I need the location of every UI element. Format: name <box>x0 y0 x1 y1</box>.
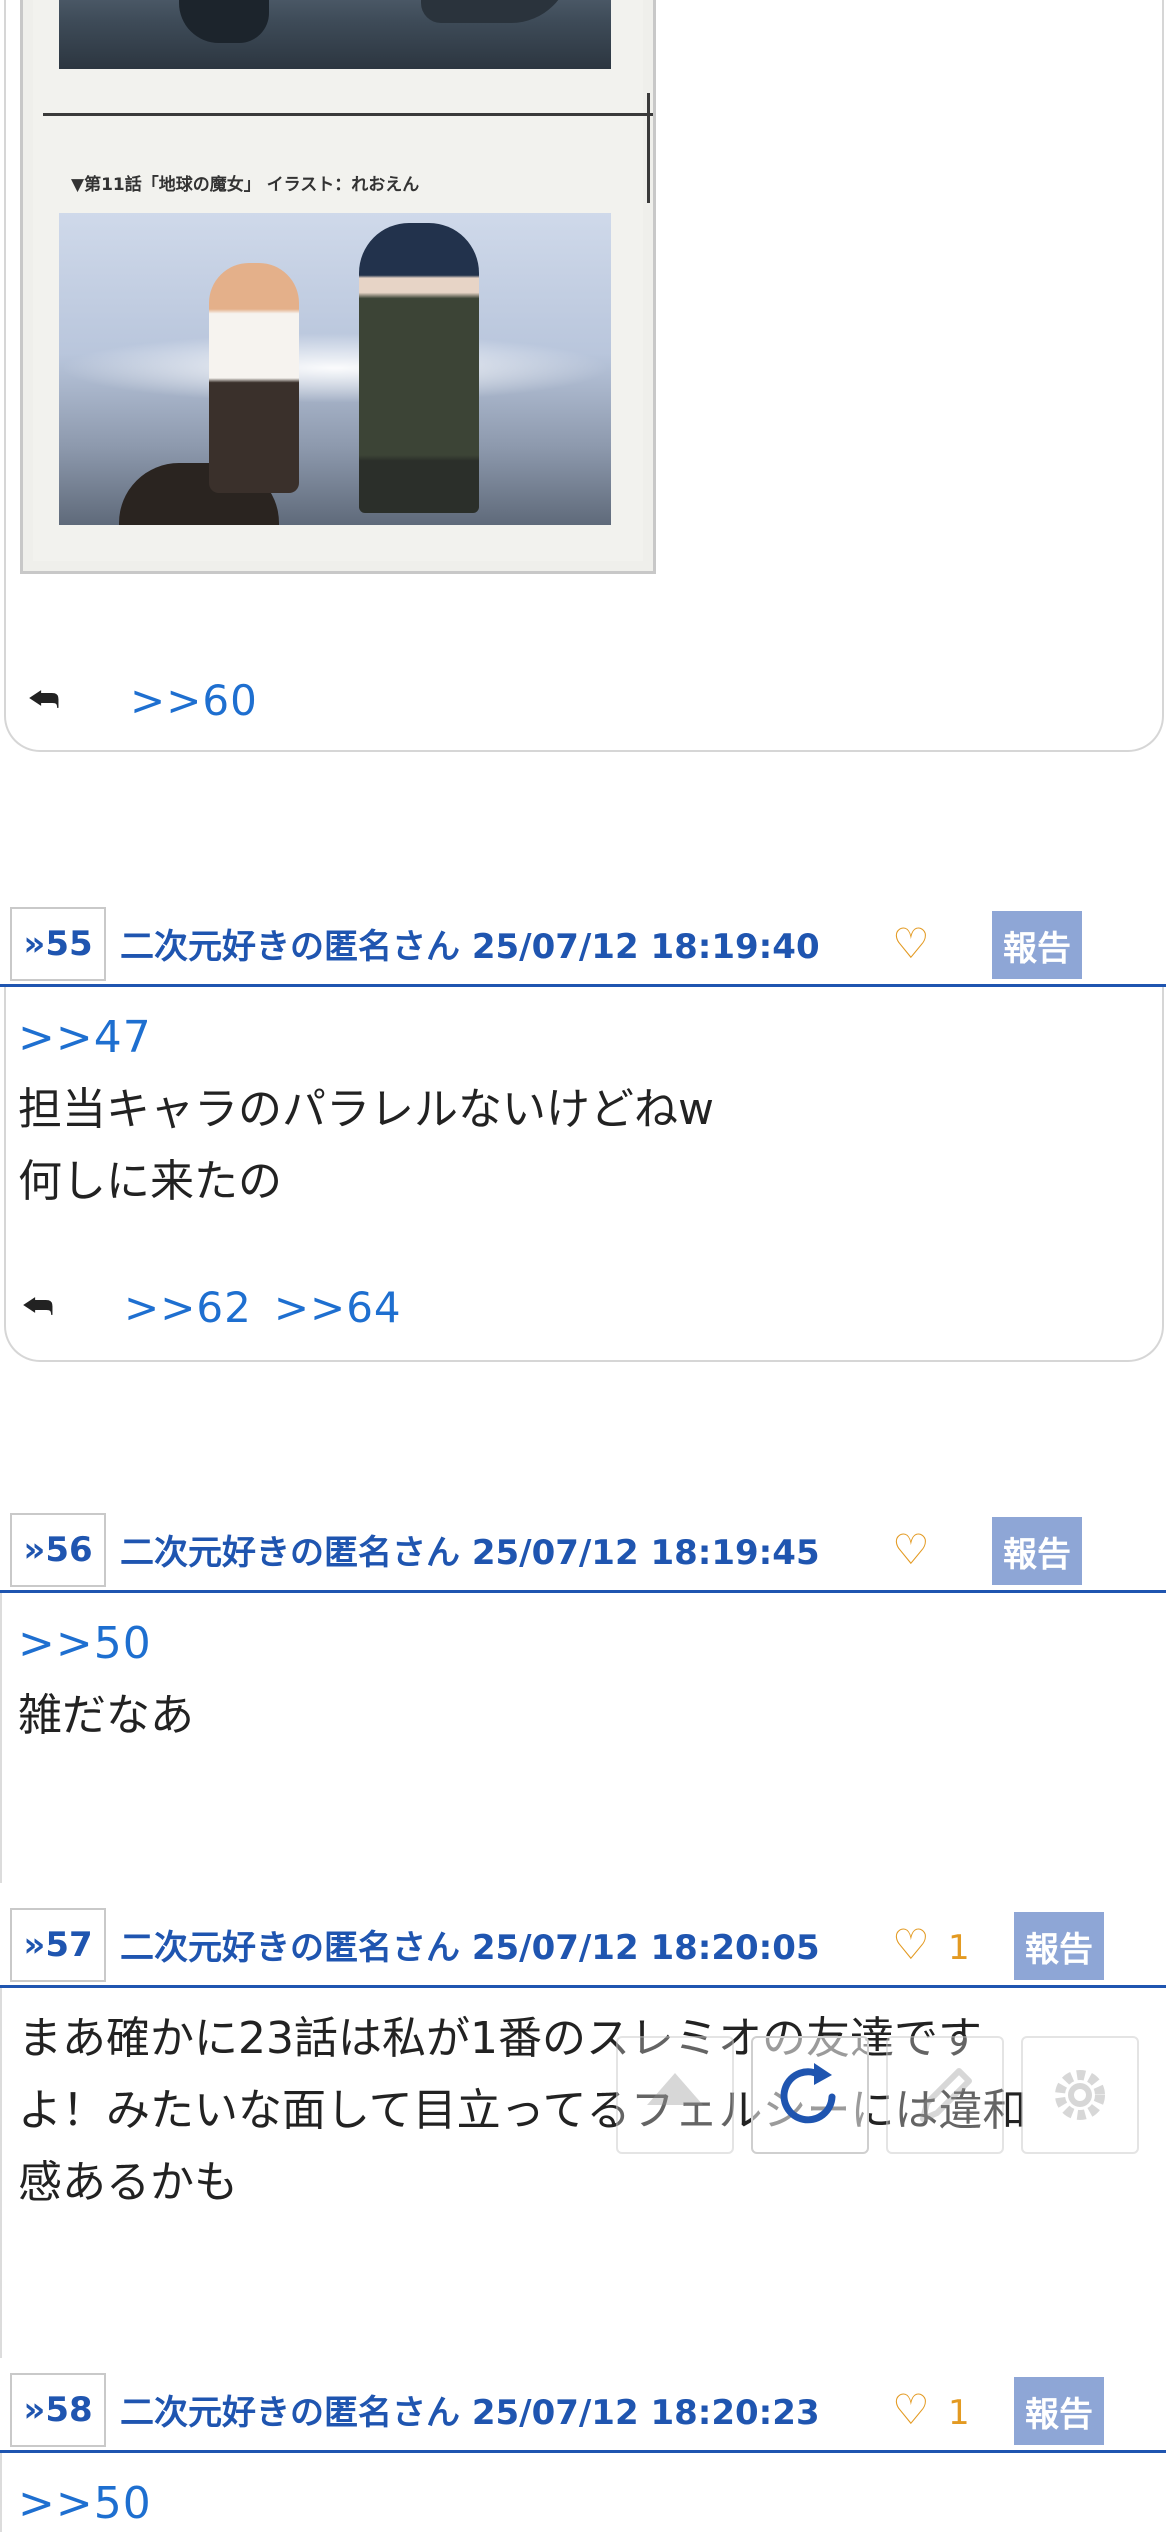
anchor-link[interactable]: >>50 <box>18 2468 152 2540</box>
author-name: 二次元好きの匿名さん <box>120 927 460 967</box>
reply-row: ⮪ >>62 >>64 <box>22 1283 402 1332</box>
report-button[interactable]: 報告 <box>1014 1912 1104 1980</box>
post-line: 担当キャラのパラレルないけどねw <box>18 1084 714 1135</box>
post-header: »55 二次元好きの匿名さん 25/07/12 18:19:40 ♡ 報告 <box>0 897 1170 987</box>
post-left-border <box>0 1988 2 2358</box>
heart-icon[interactable]: ♡ <box>892 923 930 965</box>
post-line: よ！みたいな面して目立ってるフェルシーには違和 <box>18 2085 1027 2136</box>
post-line: 雑だなあ <box>18 1690 194 1741</box>
post-line: 感あるかも <box>18 2157 238 2208</box>
image-caption: ▼第11話「地球の魔女」 イラスト：れおえん <box>71 175 420 195</box>
illustration-figure-right <box>359 223 479 513</box>
post-datetime: 25/07/12 18:20:05 <box>471 1928 820 1968</box>
post-header: »58 二次元好きの匿名さん 25/07/12 18:20:23 ♡ 1 報告 <box>0 2363 1170 2453</box>
reply-link[interactable]: >>60 <box>130 676 258 725</box>
arrow-up-icon <box>647 2073 703 2105</box>
like-count: 1 <box>948 2393 970 2433</box>
author-name: 二次元好きの匿名さん <box>120 1928 460 1968</box>
heart-icon[interactable]: ♡ <box>892 1924 930 1966</box>
post-body: >>50 <box>18 2468 152 2540</box>
reply-icon: ⮪ <box>22 1287 54 1327</box>
illustration-panel-bottom <box>59 213 611 525</box>
scroll-up-button[interactable] <box>616 2036 734 2154</box>
image-canvas: ▼第11話「地球の魔女」 イラスト：れおえん <box>33 0 653 561</box>
report-button[interactable]: 報告 <box>1014 2377 1104 2445</box>
reply-link[interactable]: >>62 <box>124 1283 252 1332</box>
heart-icon[interactable]: ♡ <box>892 1529 930 1571</box>
image-divider-vertical <box>647 93 650 203</box>
report-button[interactable]: 報告 <box>992 1517 1082 1585</box>
reply-link[interactable]: >>64 <box>274 1283 402 1332</box>
author-datetime: 二次元好きの匿名さん 25/07/12 18:19:40 <box>120 919 820 968</box>
post-datetime: 25/07/12 18:20:23 <box>471 2393 820 2433</box>
illustration-panel-top <box>59 0 611 69</box>
report-button[interactable]: 報告 <box>992 911 1082 979</box>
post-header: »56 二次元好きの匿名さん 25/07/12 18:19:45 ♡ 報告 <box>0 1503 1170 1593</box>
header-rule <box>0 1985 1166 1988</box>
reply-icon: ⮪ <box>28 680 60 720</box>
anchor-link[interactable]: >>47 <box>18 1002 714 1074</box>
post-number[interactable]: »58 <box>10 2373 106 2447</box>
light-glow <box>59 333 611 403</box>
post-header: »57 二次元好きの匿名さん 25/07/12 18:20:05 ♡ 1 報告 <box>0 1898 1170 1988</box>
write-button[interactable] <box>886 2036 1004 2154</box>
post-datetime: 25/07/12 18:19:45 <box>471 1533 820 1573</box>
post-left-border <box>0 1593 2 1883</box>
post-datetime: 25/07/12 18:19:40 <box>471 927 820 967</box>
refresh-icon <box>780 2063 836 2124</box>
post-card-54: ▼第11話「地球の魔女」 イラスト：れおえん ⮪ >>60 <box>4 0 1164 752</box>
author-datetime: 二次元好きの匿名さん 25/07/12 18:20:05 <box>120 1920 820 1969</box>
pencil-icon <box>920 2068 972 2122</box>
reply-row: ⮪ >>60 <box>28 676 258 725</box>
post-line: 何しに来たの <box>18 1156 282 1207</box>
post-image[interactable]: ▼第11話「地球の魔女」 イラスト：れおえん <box>20 0 656 574</box>
illustration-figure-left <box>209 263 299 493</box>
header-rule <box>0 2450 1166 2453</box>
post-number[interactable]: »56 <box>10 1513 106 1587</box>
author-datetime: 二次元好きの匿名さん 25/07/12 18:19:45 <box>120 1525 820 1574</box>
post-number[interactable]: »55 <box>10 907 106 981</box>
post-number[interactable]: »57 <box>10 1908 106 1982</box>
post-left-border <box>0 2453 2 2532</box>
post-body: >>47 担当キャラのパラレルないけどねw 何しに来たの <box>18 1002 714 1218</box>
anchor-link[interactable]: >>50 <box>18 1608 194 1680</box>
post-body: >>50 雑だなあ <box>18 1608 194 1752</box>
author-name: 二次元好きの匿名さん <box>120 2393 460 2433</box>
gear-icon <box>1055 2070 1105 2120</box>
heart-icon[interactable]: ♡ <box>892 2389 930 2431</box>
refresh-button[interactable] <box>751 2036 869 2154</box>
post-line: まあ確かに23話は私が1番のスレミオの友達です <box>18 2013 982 2064</box>
author-name: 二次元好きの匿名さん <box>120 1533 460 1573</box>
image-divider <box>43 113 653 116</box>
post-body: まあ確かに23話は私が1番のスレミオの友達です よ！みたいな面して目立ってるフェ… <box>18 2003 1026 2219</box>
header-rule <box>0 1590 1166 1593</box>
author-datetime: 二次元好きの匿名さん 25/07/12 18:20:23 <box>120 2385 820 2434</box>
settings-button[interactable] <box>1021 2036 1139 2154</box>
like-count: 1 <box>948 1928 970 1968</box>
